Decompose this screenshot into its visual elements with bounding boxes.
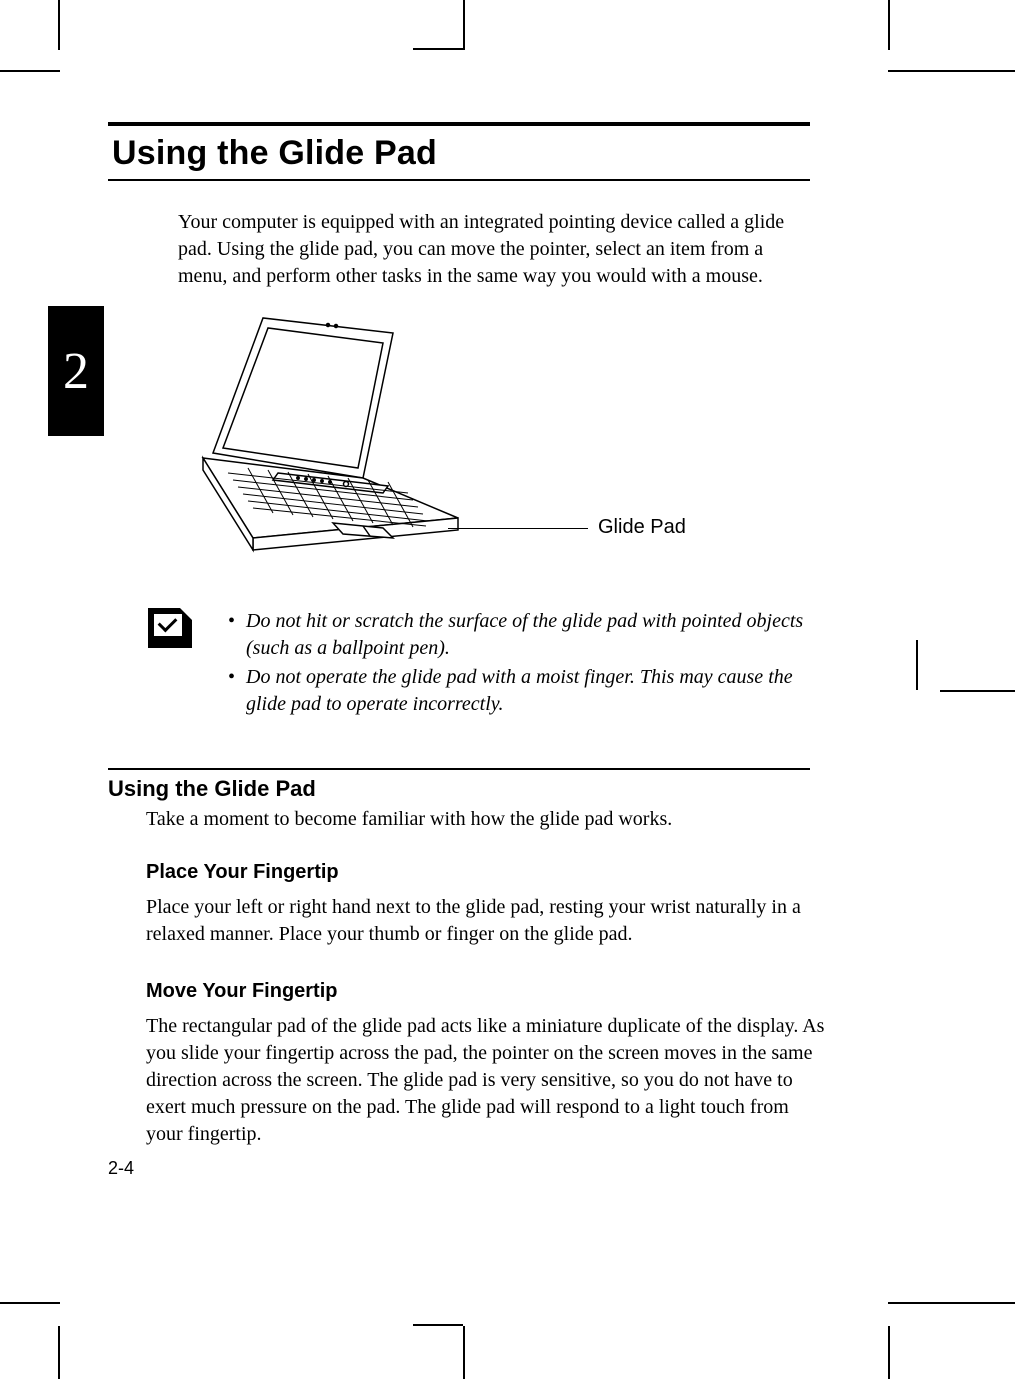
crop-mark [58, 1326, 60, 1379]
note-item: Do not operate the glide pad with a mois… [228, 664, 808, 718]
laptop-illustration-icon [158, 308, 488, 568]
crop-mark [413, 1324, 463, 1326]
section-heading: Using the Glide Pad [108, 776, 810, 802]
crop-mark [413, 48, 463, 50]
crop-mark [0, 1302, 60, 1304]
page-title: Using the Glide Pad [108, 134, 810, 179]
note-list: Do not hit or scratch the surface of the… [228, 608, 808, 720]
crop-mark [916, 640, 918, 690]
content-area: Using the Glide Pad Your computer is equ… [108, 122, 810, 1180]
note-block: Do not hit or scratch the surface of the… [148, 608, 848, 720]
page-root: 2 Using the Glide Pad Your computer is e… [0, 0, 1015, 1379]
note-checkmark-icon [148, 608, 192, 648]
crop-mark [58, 0, 60, 50]
title-rule-bottom [108, 179, 810, 181]
section-intro: Take a moment to become familiar with ho… [146, 806, 810, 833]
title-rule-top [108, 122, 810, 126]
laptop-figure: Glide Pad [158, 308, 810, 568]
intro-paragraph: Your computer is equipped with an integr… [178, 209, 798, 290]
page-number: 2-4 [108, 1158, 134, 1179]
crop-mark [463, 0, 465, 50]
chapter-number: 2 [63, 342, 89, 401]
subsection-body: The rectangular pad of the glide pad act… [146, 1013, 826, 1148]
figure-callout-label: Glide Pad [598, 516, 686, 539]
subsection-body: Place your left or right hand next to th… [146, 894, 826, 948]
crop-mark [463, 1326, 465, 1379]
chapter-tab: 2 [48, 306, 104, 436]
subsection-heading: Place Your Fingertip [146, 861, 810, 884]
crop-mark [888, 1302, 1015, 1304]
crop-mark [0, 70, 60, 72]
section-rule [108, 768, 810, 770]
callout-line [448, 528, 588, 529]
note-item: Do not hit or scratch the surface of the… [228, 608, 808, 662]
subsection-heading: Move Your Fingertip [146, 980, 810, 1003]
crop-mark [888, 0, 890, 50]
crop-mark [888, 70, 1015, 72]
crop-mark [940, 690, 1015, 692]
crop-mark [888, 1326, 890, 1379]
